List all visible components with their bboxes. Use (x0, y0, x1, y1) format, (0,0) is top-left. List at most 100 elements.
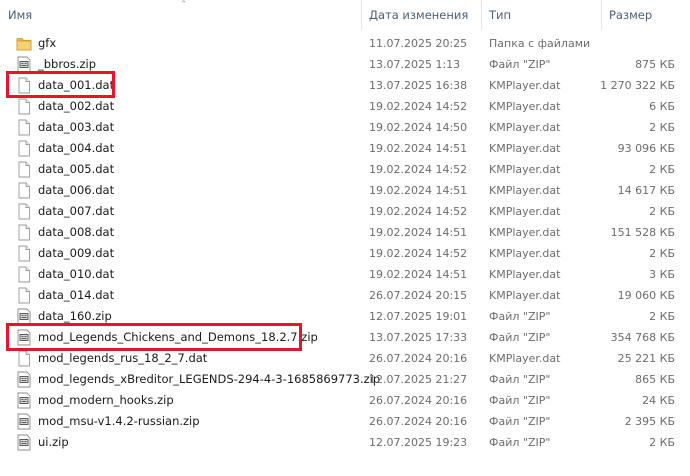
file-size: 2 КБ (649, 436, 675, 449)
zip-file-icon (16, 413, 32, 430)
file-icon (16, 98, 32, 115)
file-size: 354 768 КБ (610, 331, 675, 344)
file-size: 19 060 КБ (617, 289, 675, 302)
file-date-modified: 12.07.2025 21:27 (369, 373, 468, 386)
file-size: 25 221 КБ (617, 352, 675, 365)
file-size: 875 КБ (635, 58, 675, 71)
file-icon (16, 287, 32, 304)
file-date-modified: 11.07.2025 20:25 (369, 37, 468, 50)
file-row[interactable]: data_003.dat 19.02.2024 14:50 KMPlayer.d… (0, 117, 690, 138)
file-row[interactable]: mod_modern_hooks.zip 26.07.2024 20:16 Фа… (0, 390, 690, 411)
file-name: data_006.dat (38, 183, 115, 197)
file-type: KMPlayer.dat (489, 352, 561, 365)
file-size: 2 395 КБ (624, 415, 675, 428)
file-icon (16, 140, 32, 157)
file-name: mod_modern_hooks.zip (38, 393, 174, 407)
folder-icon (16, 35, 32, 52)
file-row[interactable]: data_006.dat 19.02.2024 14:51 KMPlayer.d… (0, 180, 690, 201)
file-row[interactable]: data_004.dat 19.02.2024 14:51 KMPlayer.d… (0, 138, 690, 159)
file-date-modified: 19.02.2024 14:52 (369, 100, 468, 113)
file-type: Файл "ZIP" (489, 58, 551, 71)
file-size: 2 КБ (649, 121, 675, 134)
file-date-modified: 19.02.2024 14:51 (369, 226, 468, 239)
file-type: KMPlayer.dat (489, 184, 561, 197)
file-type: KMPlayer.dat (489, 289, 561, 302)
column-divider[interactable] (481, 0, 482, 30)
file-type: KMPlayer.dat (489, 226, 561, 239)
file-date-modified: 19.02.2024 14:51 (369, 184, 468, 197)
file-row[interactable]: data_010.dat 19.02.2024 14:51 KMPlayer.d… (0, 264, 690, 285)
file-date-modified: 19.02.2024 14:52 (369, 205, 468, 218)
file-name: mod_legends_rus_18_2_7.dat (38, 351, 208, 365)
file-name: data_002.dat (38, 99, 115, 113)
file-icon (16, 161, 32, 178)
file-size: 1 270 322 КБ (600, 79, 675, 92)
file-type: Файл "ZIP" (489, 331, 551, 344)
file-icon (16, 245, 32, 262)
file-name: data_009.dat (38, 246, 115, 260)
file-row[interactable]: data_008.dat 19.02.2024 14:51 KMPlayer.d… (0, 222, 690, 243)
file-type: KMPlayer.dat (489, 121, 561, 134)
file-date-modified: 13.07.2025 16:38 (369, 79, 468, 92)
file-icon (16, 266, 32, 283)
file-name: data_004.dat (38, 141, 115, 155)
column-divider[interactable] (361, 0, 362, 30)
file-name: data_014.dat (38, 288, 115, 302)
zip-file-icon (16, 371, 32, 388)
file-row[interactable]: mod_legends_rus_18_2_7.dat 26.07.2024 20… (0, 348, 690, 369)
file-size: 93 096 КБ (617, 142, 675, 155)
file-row[interactable]: data_002.dat 19.02.2024 14:52 KMPlayer.d… (0, 96, 690, 117)
file-size: 2 КБ (649, 247, 675, 260)
file-row[interactable]: gfx 11.07.2025 20:25 Папка с файлами (0, 33, 690, 54)
file-type: KMPlayer.dat (489, 247, 561, 260)
file-row[interactable]: ui.zip 12.07.2025 19:23 Файл "ZIP" 2 КБ (0, 432, 690, 453)
sort-ascending-icon: ⌃ (180, 0, 188, 10)
file-type: KMPlayer.dat (489, 100, 561, 113)
file-type: KMPlayer.dat (489, 79, 561, 92)
file-date-modified: 26.07.2024 20:16 (369, 415, 468, 428)
file-date-modified: 19.02.2024 14:52 (369, 247, 468, 260)
zip-file-icon (16, 392, 32, 409)
file-icon (16, 203, 32, 220)
file-type: Папка с файлами (489, 37, 591, 50)
file-size: 3 КБ (649, 268, 675, 281)
file-name: data_008.dat (38, 225, 115, 239)
file-date-modified: 13.07.2025 17:33 (369, 331, 468, 344)
file-name: data_003.dat (38, 120, 115, 134)
column-header-type[interactable]: Тип (489, 0, 511, 30)
file-date-modified: 19.02.2024 14:52 (369, 163, 468, 176)
file-size: 6 КБ (649, 100, 675, 113)
file-date-modified: 26.07.2024 20:16 (369, 352, 468, 365)
file-type: KMPlayer.dat (489, 205, 561, 218)
file-name: ui.zip (38, 435, 69, 449)
column-header-date[interactable]: Дата изменения (369, 0, 468, 30)
file-name: mod_legends_xBreditor_LEGENDS-294-4-3-16… (38, 372, 381, 386)
file-date-modified: 19.02.2024 14:50 (369, 121, 468, 134)
file-name: gfx (38, 36, 57, 50)
file-size: 14 617 КБ (617, 184, 675, 197)
zip-file-icon (16, 434, 32, 451)
file-date-modified: 12.07.2025 19:23 (369, 436, 468, 449)
file-icon (16, 182, 32, 199)
file-icon (16, 350, 32, 367)
file-size: 24 КБ (642, 394, 675, 407)
file-date-modified: 26.07.2024 20:16 (369, 394, 468, 407)
file-row[interactable]: data_005.dat 19.02.2024 14:52 KMPlayer.d… (0, 159, 690, 180)
highlight-box-data-001 (6, 71, 115, 98)
file-name: mod_msu-v1.4.2-russian.zip (38, 414, 200, 428)
file-type: Файл "ZIP" (489, 394, 551, 407)
column-divider[interactable] (601, 0, 602, 30)
file-type: Файл "ZIP" (489, 310, 551, 323)
file-size: 2 КБ (649, 163, 675, 176)
file-row[interactable]: mod_legends_xBreditor_LEGENDS-294-4-3-16… (0, 369, 690, 390)
file-type: Файл "ZIP" (489, 415, 551, 428)
file-date-modified: 13.07.2025 1:13 (369, 58, 461, 71)
file-row[interactable]: mod_msu-v1.4.2-russian.zip 26.07.2024 20… (0, 411, 690, 432)
column-header-size[interactable]: Размер (609, 0, 652, 30)
column-header-bar: ⌃ Имя Дата изменения Тип Размер (0, 0, 690, 30)
file-row[interactable]: data_009.dat 19.02.2024 14:52 KMPlayer.d… (0, 243, 690, 264)
file-row[interactable]: data_014.dat 26.07.2024 20:15 KMPlayer.d… (0, 285, 690, 306)
column-header-name[interactable]: Имя (8, 0, 32, 30)
file-row[interactable]: data_007.dat 19.02.2024 14:52 KMPlayer.d… (0, 201, 690, 222)
file-date-modified: 12.07.2025 19:01 (369, 310, 468, 323)
